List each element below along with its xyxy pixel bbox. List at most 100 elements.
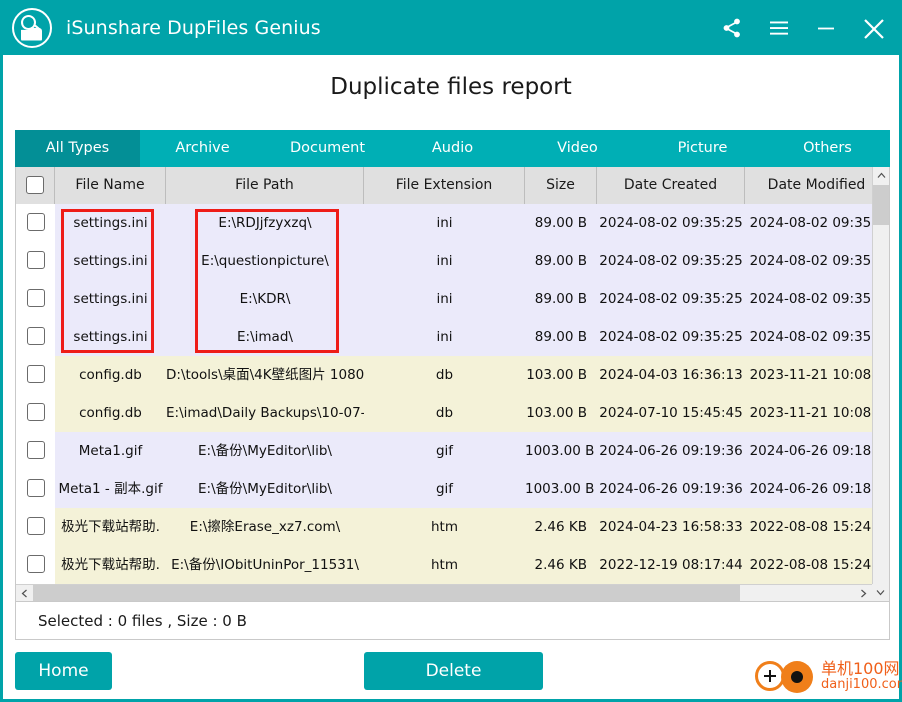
cell-extension: htm [364, 546, 525, 584]
row-checkbox[interactable] [16, 204, 55, 242]
cell-modified: 2024-08-02 09:35:2 [745, 242, 889, 280]
cell-path: D:\tools\桌面\4K壁纸图片 1080 [166, 356, 364, 394]
table-row[interactable]: settings.ini E:\questionpicture\ ini 89.00 … [16, 242, 889, 280]
share-icon[interactable] [719, 15, 745, 41]
checkbox-box[interactable] [26, 479, 45, 497]
cell-name: config.db [55, 394, 166, 432]
magnifier-folder-icon [12, 7, 52, 48]
cell-modified: 2024-08-02 09:35:2 [745, 204, 889, 242]
cell-extension: gif [364, 470, 525, 508]
tab-audio[interactable]: Audio [390, 130, 515, 167]
duplicate-files-table: File Name File Path File Extension Size Date… [15, 167, 890, 602]
table-row[interactable]: config.db E:\imad\Daily Backups\10-07- db 1… [16, 394, 889, 432]
table-row[interactable]: 极光下载站帮助. E:\擦除Erase_xz7.com\ htm 2.46 KB 202… [16, 508, 889, 546]
chevron-left-icon[interactable] [16, 585, 33, 601]
delete-button[interactable]: Delete [364, 652, 543, 690]
tab-picture[interactable]: Picture [640, 130, 765, 167]
cell-modified: 2024-08-02 09:35:2 [745, 318, 889, 356]
cell-created: 2024-04-23 16:58:33 [597, 508, 745, 546]
checkbox-box[interactable] [26, 289, 45, 307]
tab-others[interactable]: Others [765, 130, 890, 167]
title-bar: iSunshare DupFiles Genius [0, 0, 902, 55]
cell-extension: db [364, 356, 525, 394]
cell-modified: 2024-08-02 09:35:2 [745, 280, 889, 318]
cell-created: 2024-08-02 09:35:25 [597, 318, 745, 356]
cell-path: E:\imad\ [166, 318, 364, 356]
table-row[interactable]: settings.ini E:\RDJjfzyxzq\ ini 89.00 B 2024… [16, 204, 889, 242]
tab-all-types[interactable]: All Types [15, 130, 140, 167]
cell-path: E:\questionpicture\ [166, 242, 364, 280]
watermark-text: 单机100网 danji100.com [821, 658, 902, 692]
tab-archive[interactable]: Archive [140, 130, 265, 167]
chevron-down-icon[interactable] [872, 584, 889, 601]
row-checkbox[interactable] [16, 394, 55, 432]
cell-extension: ini [364, 280, 525, 318]
cell-created: 2024-04-03 16:36:13 [597, 356, 745, 394]
cell-path: E:\备份\MyEditor\lib\ [166, 470, 364, 508]
table-row[interactable]: settings.ini E:\imad\ ini 89.00 B 2024-08-02… [16, 318, 889, 356]
select-all-checkbox[interactable] [16, 167, 55, 204]
cell-modified: 2022-08-08 15:24:5 [745, 508, 889, 546]
horizontal-scrollbar-thumb[interactable] [33, 585, 740, 601]
cell-created: 2024-08-02 09:35:25 [597, 280, 745, 318]
menu-icon[interactable] [766, 15, 792, 41]
cell-modified: 2024-06-26 09:18:1 [745, 470, 889, 508]
cell-extension: gif [364, 432, 525, 470]
vertical-scrollbar-thumb[interactable] [873, 185, 889, 225]
close-icon[interactable] [860, 15, 886, 41]
cell-path: E:\备份\MyEditor\lib\ [166, 432, 364, 470]
checkbox-box[interactable] [26, 251, 45, 269]
row-checkbox[interactable] [16, 280, 55, 318]
chevron-right-icon[interactable] [855, 585, 872, 601]
table-row[interactable]: config.db D:\tools\桌面\4K壁纸图片 1080 db 103.00… [16, 356, 889, 394]
row-checkbox[interactable] [16, 242, 55, 280]
checkbox-box[interactable] [26, 213, 45, 231]
table-row[interactable]: 极光下载站帮助. E:\备份\IObitUninPor_11531\ htm 2.46… [16, 546, 889, 584]
row-checkbox[interactable] [16, 470, 55, 508]
cell-extension: ini [364, 204, 525, 242]
row-checkbox[interactable] [16, 432, 55, 470]
checkbox-box[interactable] [26, 517, 45, 535]
checkbox-box[interactable] [26, 441, 45, 459]
checkbox-box[interactable] [26, 176, 44, 194]
cell-size: 2.46 KB [525, 508, 597, 546]
home-button[interactable]: Home [15, 652, 112, 690]
table-row[interactable]: Meta1.gif E:\备份\MyEditor\lib\ gif 1003.00 B… [16, 432, 889, 470]
vertical-scrollbar[interactable] [872, 167, 889, 585]
cell-path: E:\imad\Daily Backups\10-07- [166, 394, 364, 432]
horizontal-scrollbar[interactable] [16, 584, 889, 601]
cell-name: Meta1.gif [55, 432, 166, 470]
cell-size: 89.00 B [525, 318, 597, 356]
checkbox-box[interactable] [26, 555, 45, 573]
page-title: Duplicate files report [330, 74, 572, 100]
row-checkbox[interactable] [16, 546, 55, 584]
column-header-modified: Date Modified [745, 167, 889, 204]
tab-document[interactable]: Document [265, 130, 390, 167]
cell-created: 2024-06-26 09:19:36 [597, 470, 745, 508]
column-header-extension: File Extension [364, 167, 525, 204]
checkbox-box[interactable] [26, 327, 45, 345]
table-row[interactable]: settings.ini E:\KDR\ ini 89.00 B 2024-08-02 … [16, 280, 889, 318]
cell-size: 89.00 B [525, 204, 597, 242]
row-checkbox[interactable] [16, 508, 55, 546]
cell-name: Meta1 - 副本.gif [55, 470, 166, 508]
row-checkbox[interactable] [16, 318, 55, 356]
status-bar: Selected : 0 files , Size : 0 B [15, 602, 890, 640]
watermark-cn-text: 单机100网 [821, 658, 900, 678]
checkbox-box[interactable] [26, 365, 45, 383]
watermark-en-text: danji100.com [821, 676, 902, 692]
table-row[interactable]: Meta1 - 副本.gif E:\备份\MyEditor\lib\ gif 1003… [16, 470, 889, 508]
chevron-up-icon[interactable] [873, 167, 889, 184]
cell-name: 极光下载站帮助. [55, 508, 166, 546]
tab-video[interactable]: Video [515, 130, 640, 167]
cell-created: 2022-12-19 08:17:44 [597, 546, 745, 584]
minimize-icon[interactable] [813, 15, 839, 41]
selection-summary: Selected : 0 files , Size : 0 B [38, 611, 247, 630]
cell-path: E:\KDR\ [166, 280, 364, 318]
cell-path: E:\擦除Erase_xz7.com\ [166, 508, 364, 546]
table-header-row: File Name File Path File Extension Size Date… [16, 167, 889, 204]
row-checkbox[interactable] [16, 356, 55, 394]
column-header-path: File Path [166, 167, 364, 204]
checkbox-box[interactable] [26, 403, 45, 421]
cell-name: settings.ini [55, 204, 166, 242]
